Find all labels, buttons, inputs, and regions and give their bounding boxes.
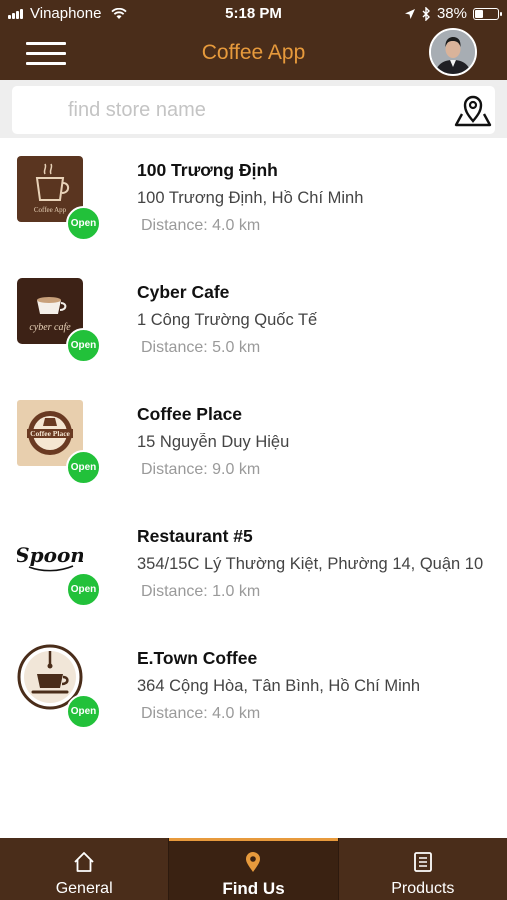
tab-label: Products bbox=[391, 880, 455, 897]
tab-general[interactable]: General bbox=[0, 838, 168, 900]
tab-label: General bbox=[55, 880, 113, 897]
location-arrow-icon bbox=[404, 8, 415, 19]
bluetooth-icon bbox=[422, 6, 430, 21]
map-pin-icon bbox=[454, 95, 492, 127]
tab-label: Find Us bbox=[222, 879, 285, 898]
store-item[interactable]: Open E.Town Coffee 364 Cộng Hòa, Tân Bìn… bbox=[0, 626, 507, 748]
store-list: Coffee App Open 100 Trương Định 100 Trươ… bbox=[0, 138, 507, 748]
list-icon bbox=[413, 852, 432, 872]
tab-products[interactable]: Products bbox=[337, 838, 507, 900]
svg-text:cyber cafe: cyber cafe bbox=[29, 322, 71, 333]
store-address: 354/15C Lý Thường Kiệt, Phường 14, Quận … bbox=[137, 555, 484, 573]
store-item[interactable]: cyber cafe Open Cyber Cafe 1 Công Trường… bbox=[0, 260, 507, 382]
store-name: Cyber Cafe bbox=[137, 282, 230, 302]
search-bar bbox=[0, 80, 507, 138]
store-address: 100 Trương Định, Hồ Chí Minh bbox=[137, 189, 364, 207]
store-address: 1 Công Trường Quốc Tế bbox=[137, 311, 318, 329]
open-status-badge: Open bbox=[66, 572, 101, 607]
map-pin-icon bbox=[246, 852, 261, 872]
svg-text:Spoon: Spoon bbox=[17, 543, 83, 567]
status-bar: Vinaphone 5:18 PM 38% bbox=[0, 0, 507, 28]
svg-text:Coffee Place: Coffee Place bbox=[30, 429, 70, 438]
battery-fill bbox=[475, 9, 483, 18]
search-input[interactable] bbox=[68, 86, 428, 134]
search-box bbox=[12, 86, 495, 134]
store-name: Restaurant #5 bbox=[137, 526, 253, 546]
tab-find-us[interactable]: Find Us bbox=[168, 838, 338, 900]
store-distance: Distance: 9.0 km bbox=[141, 461, 261, 478]
store-name: 100 Trương Định bbox=[137, 160, 278, 180]
store-item[interactable]: Coffee App Open 100 Trương Định 100 Trươ… bbox=[0, 138, 507, 260]
store-distance: Distance: 5.0 km bbox=[141, 339, 261, 356]
svg-text:Coffee App: Coffee App bbox=[34, 206, 67, 214]
status-bar-right: 38% bbox=[404, 5, 502, 22]
app-header: Vinaphone 5:18 PM 38% Coffee App bbox=[0, 0, 507, 80]
store-distance: Distance: 1.0 km bbox=[141, 583, 261, 600]
store-distance: Distance: 4.0 km bbox=[141, 217, 261, 234]
store-name: Coffee Place bbox=[137, 404, 243, 424]
user-avatar-icon bbox=[431, 30, 475, 74]
open-status-badge: Open bbox=[66, 206, 101, 241]
map-button[interactable] bbox=[453, 92, 493, 128]
battery-icon bbox=[473, 7, 502, 20]
battery-percent: 38% bbox=[436, 5, 467, 22]
store-item[interactable]: Spoon Open Restaurant #5 354/15C Lý Thườ… bbox=[0, 504, 507, 626]
store-address: 15 Nguyễn Duy Hiệu bbox=[137, 433, 290, 451]
open-status-badge: Open bbox=[66, 328, 101, 363]
open-status-badge: Open bbox=[66, 694, 101, 729]
store-address: 364 Cộng Hòa, Tân Bình, Hồ Chí Minh bbox=[137, 677, 421, 695]
store-name: E.Town Coffee bbox=[137, 648, 258, 668]
avatar[interactable] bbox=[429, 28, 477, 76]
store-item[interactable]: Coffee Place Open Coffee Place 15 Nguyễn… bbox=[0, 382, 507, 504]
store-distance: Distance: 4.0 km bbox=[141, 705, 261, 722]
home-icon bbox=[74, 852, 94, 872]
tab-bar: General Find Us Products bbox=[0, 838, 507, 900]
open-status-badge: Open bbox=[66, 450, 101, 485]
nav-bar: Coffee App bbox=[0, 28, 507, 80]
